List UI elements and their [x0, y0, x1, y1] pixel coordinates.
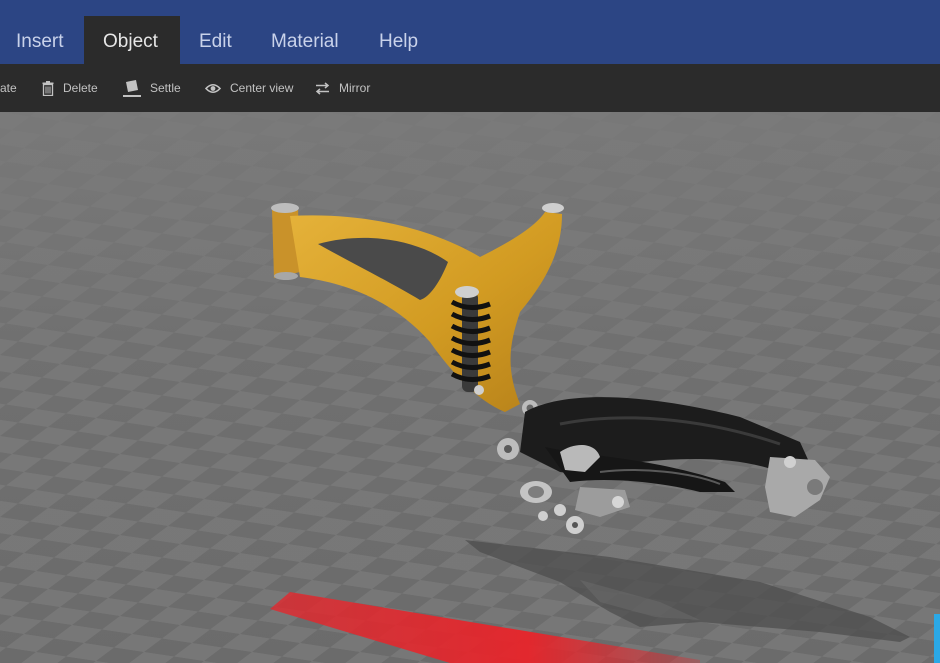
mirror-arrows-icon [315, 81, 330, 95]
menu-bar: Insert Object Edit Material Help [0, 0, 940, 64]
tab-insert[interactable]: Insert [0, 16, 81, 64]
eye-icon [205, 83, 221, 93]
tab-object[interactable]: Object [84, 16, 180, 64]
settle-label: Settle [150, 81, 181, 95]
settle-icon [123, 79, 141, 97]
center-view-label: Center view [230, 81, 294, 95]
trash-icon [42, 80, 54, 96]
settle-button[interactable]: Settle [123, 64, 181, 112]
center-view-button[interactable]: Center view [205, 64, 293, 112]
3d-viewport[interactable] [0, 112, 940, 663]
delete-label: Delete [63, 81, 98, 95]
tab-help[interactable]: Help [360, 16, 438, 64]
rotate-button[interactable]: ate [0, 64, 17, 112]
mirror-button[interactable]: Mirror [315, 64, 370, 112]
delete-button[interactable]: Delete [42, 64, 98, 112]
mirror-label: Mirror [339, 81, 371, 95]
object-toolbar: ate Delete Settle Center view Mirror [0, 64, 940, 112]
rotate-label: ate [0, 81, 17, 95]
tab-material[interactable]: Material [252, 16, 360, 64]
blue-edge-marker [934, 614, 940, 663]
tab-edit[interactable]: Edit [180, 16, 252, 64]
